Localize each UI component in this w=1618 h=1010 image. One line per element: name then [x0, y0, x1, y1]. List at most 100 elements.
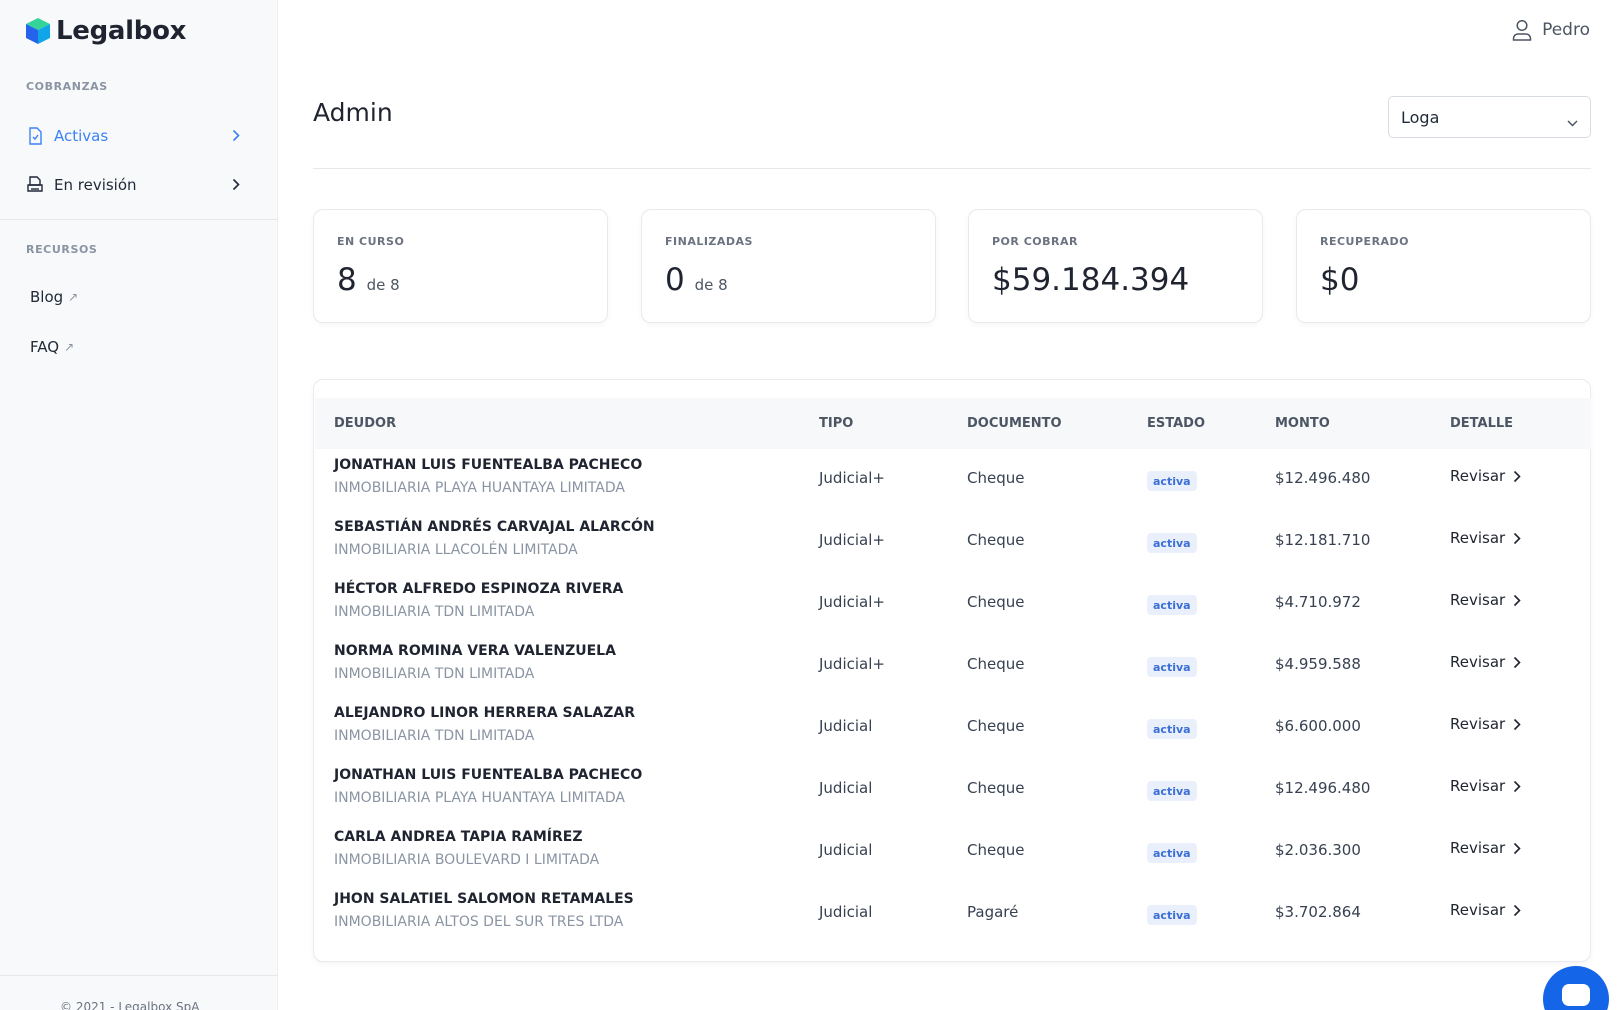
stat-value: 8 — [337, 262, 357, 298]
user-menu[interactable]: Pedro — [1512, 19, 1590, 41]
monto-cell: $2.036.300 — [1275, 841, 1361, 859]
column-header-monto[interactable]: MONTO — [1275, 416, 1330, 431]
chevron-right-icon — [232, 128, 240, 146]
deudor-company: INMOBILIARIA PLAYA HUANTAYA LIMITADA — [334, 480, 625, 496]
chat-bubble-icon — [1562, 984, 1590, 1006]
deudor-name: CARLA ANDREA TAPIA RAMÍREZ — [334, 829, 583, 845]
sidebar-link-faq[interactable]: FAQ ↗ — [30, 338, 74, 356]
revisar-link[interactable]: Revisar — [1450, 715, 1521, 733]
revisar-link[interactable]: Revisar — [1450, 529, 1521, 547]
section-label-recursos: RECURSOS — [26, 243, 98, 256]
company-select-value: Loga — [1401, 107, 1440, 127]
revisar-link[interactable]: Revisar — [1450, 653, 1521, 671]
document-print-icon — [26, 175, 44, 195]
table-row: SEBASTIÁN ANDRÉS CARVAJAL ALARCÓN INMOBIL… — [315, 511, 1591, 573]
revisar-label: Revisar — [1450, 467, 1506, 485]
stat-sub: de 8 — [366, 276, 400, 294]
status-badge: activa — [1147, 781, 1197, 801]
chevron-right-icon — [1513, 470, 1521, 483]
chevron-right-icon — [232, 177, 240, 195]
chevron-right-icon — [1513, 842, 1521, 855]
column-header-tipo[interactable]: TIPO — [819, 416, 853, 431]
cobranzas-table: DEUDOR TIPO DOCUMENTO ESTADO MONTO DETAL… — [313, 379, 1591, 962]
external-link-icon: ↗ — [64, 340, 75, 354]
column-header-documento[interactable]: DOCUMENTO — [967, 416, 1062, 431]
revisar-link[interactable]: Revisar — [1450, 777, 1521, 795]
column-header-estado[interactable]: ESTADO — [1147, 416, 1205, 431]
stat-label: POR COBRAR — [992, 235, 1078, 248]
status-badge: activa — [1147, 533, 1197, 553]
monto-cell: $12.181.710 — [1275, 531, 1371, 549]
status-badge: activa — [1147, 595, 1197, 615]
company-select[interactable]: Loga — [1388, 96, 1591, 138]
monto-cell: $4.959.588 — [1275, 655, 1361, 673]
deudor-company: INMOBILIARIA TDN LIMITADA — [334, 604, 535, 620]
stat-value: $59.184.394 — [992, 262, 1190, 298]
tipo-cell: Judicial — [819, 841, 873, 859]
status-badge: activa — [1147, 471, 1197, 491]
sidebar-item-label: Activas — [54, 127, 109, 145]
deudor-name: JONATHAN LUIS FUENTEALBA PACHECO — [334, 457, 643, 473]
revisar-link[interactable]: Revisar — [1450, 901, 1521, 919]
document-check-icon — [26, 126, 44, 146]
sidebar: Legalbox COBRANZAS Activas En revisión R… — [0, 0, 278, 1010]
sidebar-item-activas[interactable]: Activas — [26, 116, 252, 156]
stat-value: $0 — [1320, 262, 1360, 298]
sidebar-link-blog[interactable]: Blog ↗ — [30, 288, 78, 306]
deudor-company: INMOBILIARIA BOULEVARD I LIMITADA — [334, 852, 600, 868]
stat-sub: de 8 — [694, 276, 728, 294]
revisar-label: Revisar — [1450, 529, 1506, 547]
documento-cell: Cheque — [967, 655, 1025, 673]
chevron-right-icon — [1513, 780, 1521, 793]
documento-cell: Pagaré — [967, 903, 1019, 921]
deudor-company: INMOBILIARIA LLACOLÉN LIMITADA — [334, 542, 578, 558]
sidebar-item-en-revision[interactable]: En revisión — [26, 165, 252, 205]
monto-cell: $6.600.000 — [1275, 717, 1361, 735]
stat-card-en-curso: EN CURSO 8 de 8 — [313, 209, 608, 323]
tipo-cell: Judicial+ — [819, 469, 885, 487]
deudor-company: INMOBILIARIA ALTOS DEL SUR TRES LTDA — [334, 914, 624, 930]
logo-text: Legalbox — [56, 16, 187, 46]
table-header: DEUDOR TIPO DOCUMENTO ESTADO MONTO DETAL… — [315, 398, 1591, 449]
revisar-label: Revisar — [1450, 715, 1506, 733]
revisar-label: Revisar — [1450, 591, 1506, 609]
stat-value: 0 — [665, 262, 685, 298]
column-header-deudor[interactable]: DEUDOR — [334, 416, 396, 431]
revisar-label: Revisar — [1450, 901, 1506, 919]
stat-value-wrap: 8 de 8 — [337, 262, 400, 298]
tipo-cell: Judicial — [819, 779, 873, 797]
deudor-name: HÉCTOR ALFREDO ESPINOZA RIVERA — [334, 581, 624, 597]
status-badge: activa — [1147, 657, 1197, 677]
documento-cell: Cheque — [967, 717, 1025, 735]
documento-cell: Cheque — [967, 469, 1025, 487]
deudor-name: JONATHAN LUIS FUENTEALBA PACHECO — [334, 767, 643, 783]
revisar-label: Revisar — [1450, 777, 1506, 795]
chevron-right-icon — [1513, 904, 1521, 917]
stat-label: RECUPERADO — [1320, 235, 1410, 248]
deudor-name: NORMA ROMINA VERA VALENZUELA — [334, 643, 616, 659]
revisar-link[interactable]: Revisar — [1450, 591, 1521, 609]
section-label-cobranzas: COBRANZAS — [26, 80, 108, 93]
chat-button[interactable] — [1543, 966, 1609, 1010]
sidebar-link-label: Blog — [30, 288, 64, 306]
revisar-link[interactable]: Revisar — [1450, 839, 1521, 857]
logo-cube-icon — [26, 18, 50, 44]
page-title: Admin — [313, 98, 393, 127]
table-row: HÉCTOR ALFREDO ESPINOZA RIVERA INMOBILIAR… — [315, 573, 1591, 635]
tipo-cell: Judicial+ — [819, 531, 885, 549]
logo[interactable]: Legalbox — [25, 16, 186, 46]
deudor-company: INMOBILIARIA TDN LIMITADA — [334, 728, 535, 744]
stat-label: EN CURSO — [337, 235, 405, 248]
chevron-down-icon — [1567, 112, 1578, 131]
table-row: CARLA ANDREA TAPIA RAMÍREZ INMOBILIARIA B… — [315, 821, 1591, 883]
monto-cell: $4.710.972 — [1275, 593, 1361, 611]
stat-card-por-cobrar: POR COBRAR $59.184.394 — [968, 209, 1263, 323]
tipo-cell: Judicial — [819, 903, 873, 921]
revisar-link[interactable]: Revisar — [1450, 467, 1521, 485]
monto-cell: $12.496.480 — [1275, 779, 1371, 797]
header-divider — [313, 168, 1591, 169]
deudor-name: ALEJANDRO LINOR HERRERA SALAZAR — [334, 705, 635, 721]
user-icon — [1512, 19, 1532, 41]
sidebar-divider — [0, 219, 278, 220]
column-header-detalle: DETALLE — [1450, 416, 1514, 431]
